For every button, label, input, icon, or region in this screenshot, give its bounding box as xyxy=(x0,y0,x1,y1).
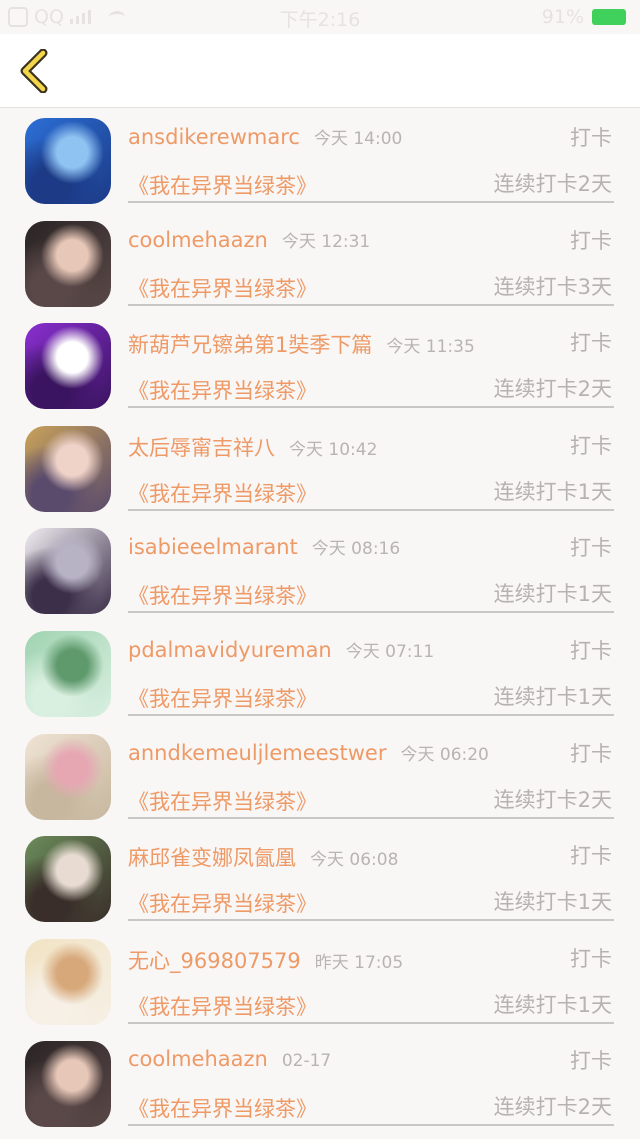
avatar[interactable] xyxy=(25,733,111,820)
username-text: 无心_969807579 xyxy=(128,948,301,973)
username[interactable]: ansdikerewmarc 今天 14:00 xyxy=(128,124,402,149)
timestamp: 今天 12:31 xyxy=(281,231,371,252)
timestamp: 今天 06:08 xyxy=(310,850,399,871)
avatar[interactable] xyxy=(25,118,111,204)
chevron-left-icon xyxy=(20,49,48,93)
checkin-label: 打卡 xyxy=(570,536,612,561)
list-item[interactable]: ansdikerewmarc 今天 14:00 打卡《我在异界当绿茶》 连续打卡2天 xyxy=(0,108,640,211)
avatar[interactable] xyxy=(25,528,111,615)
checkin-label: 打卡 xyxy=(570,946,612,971)
username[interactable]: 新葫芦兄镲弟第1奘季下篇 今天 11:35 xyxy=(128,329,475,359)
book-title-link[interactable]: 《我在异界当绿茶》 xyxy=(128,273,317,303)
divider xyxy=(128,1021,614,1024)
book-title-link[interactable]: 《我在异界当绿茶》 xyxy=(128,888,317,918)
list-item[interactable]: 新葫芦兄镲弟第1奘季下篇 今天 11:35 打卡《我在异界当绿茶》 连续打卡2天 xyxy=(0,313,640,416)
username[interactable]: 太后辱甯吉祥八 今天 10:42 xyxy=(128,432,377,462)
username-text: ansdikerewmarc xyxy=(128,125,300,149)
checkin-label: 打卡 xyxy=(570,433,612,458)
username-text: isabieeelmarant xyxy=(128,535,298,560)
divider xyxy=(128,816,614,819)
list-item[interactable]: anndkemeuljlemeestwer 今天 06:20 打卡《我在异界当绿茶》… xyxy=(0,724,640,827)
timestamp: 今天 14:00 xyxy=(313,129,403,149)
divider xyxy=(128,201,614,203)
checkin-list: ansdikerewmarc 今天 14:00 打卡 《我在异界当绿茶》 连续打卡2天 c… xyxy=(0,108,640,1134)
streak-label: 连续打卡2天 xyxy=(493,787,612,812)
divider xyxy=(128,508,614,511)
streak-label: 连续打卡1天 xyxy=(493,890,612,915)
nav-bar xyxy=(0,34,640,108)
username-text: 新葫芦兄镲弟第1奘季下篇 xyxy=(128,333,373,358)
username-text: coolmehaazn xyxy=(128,1047,268,1072)
book-title-link[interactable]: 《我在异界当绿茶》 xyxy=(128,580,317,610)
list-item[interactable]: 太后辱甯吉祥八 今天 10:42 打卡《我在异界当绿茶》 连续打卡1天 xyxy=(0,416,640,519)
streak-label: 连续打卡2天 xyxy=(493,172,612,196)
timestamp: 今天 07:11 xyxy=(345,641,435,662)
checkin-label: 打卡 xyxy=(570,331,612,356)
list-item[interactable]: 无心_969807579 昨天 17:05 打卡《我在异界当绿茶》 连续打卡1天 xyxy=(0,929,640,1032)
book-title-link[interactable]: 《我在异界当绿茶》 xyxy=(128,683,317,713)
avatar[interactable] xyxy=(25,938,111,1025)
checkin-label: 打卡 xyxy=(570,1049,612,1074)
username-text: anndkemeuljlemeestwer xyxy=(128,740,387,765)
username[interactable]: coolmehaazn 02-17 xyxy=(128,1047,331,1071)
timestamp: 今天 11:35 xyxy=(386,337,475,358)
streak-label: 连续打卡1天 xyxy=(493,684,612,709)
streak-label: 连续打卡1天 xyxy=(493,992,612,1017)
username-text: coolmehaazn xyxy=(128,227,268,252)
username-text: 麻邱雀变娜凤氤凰 xyxy=(128,846,296,871)
divider xyxy=(128,713,614,716)
battery-percent: 91% xyxy=(541,6,584,28)
avatar[interactable] xyxy=(25,425,111,512)
divider xyxy=(128,406,614,409)
status-right: 91% xyxy=(542,6,626,28)
book-title-link[interactable]: 《我在异界当绿茶》 xyxy=(128,478,317,508)
username-text: pdalmavidyureman xyxy=(128,637,332,662)
book-title-link[interactable]: 《我在异界当绿茶》 xyxy=(128,1093,317,1123)
back-button[interactable] xyxy=(8,44,60,98)
book-title-link[interactable]: 《我在异界当绿茶》 xyxy=(128,786,317,816)
checkin-label: 打卡 xyxy=(570,638,612,663)
battery-icon xyxy=(592,9,626,25)
list-item[interactable]: 麻邱雀变娜凤氤凰 今天 06:08 打卡《我在异界当绿茶》 连续打卡1天 xyxy=(0,826,640,929)
username[interactable]: 麻邱雀变娜凤氤凰 今天 06:08 xyxy=(128,842,398,872)
timestamp: 今天 08:16 xyxy=(311,539,401,560)
avatar[interactable] xyxy=(25,630,111,717)
checkin-label: 打卡 xyxy=(570,741,612,766)
streak-label: 连续打卡3天 xyxy=(493,274,612,299)
list-item[interactable]: isabieeelmarant 今天 08:16 打卡《我在异界当绿茶》 连续打卡1天 xyxy=(0,518,640,621)
streak-label: 连续打卡1天 xyxy=(493,479,612,504)
avatar[interactable] xyxy=(25,836,111,923)
timestamp: 02-17 xyxy=(281,1051,332,1072)
divider xyxy=(128,1124,614,1127)
divider xyxy=(128,303,614,306)
username[interactable]: 无心_969807579 昨天 17:05 xyxy=(128,945,403,975)
divider xyxy=(128,611,614,614)
checkin-label: 打卡 xyxy=(570,844,612,869)
avatar[interactable] xyxy=(25,1041,111,1128)
username[interactable]: anndkemeuljlemeestwer 今天 06:20 xyxy=(128,740,489,765)
book-title-link[interactable]: 《我在异界当绿茶》 xyxy=(128,375,317,405)
streak-label: 连续打卡1天 xyxy=(493,582,612,607)
book-title-link[interactable]: 《我在异界当绿茶》 xyxy=(128,170,317,200)
avatar[interactable] xyxy=(25,220,111,307)
username[interactable]: isabieeelmarant 今天 08:16 xyxy=(128,534,400,559)
username[interactable]: coolmehaazn 今天 12:31 xyxy=(128,227,370,252)
book-title-link[interactable]: 《我在异界当绿茶》 xyxy=(128,991,317,1021)
timestamp: 今天 06:20 xyxy=(400,744,489,765)
checkin-label: 打卡 xyxy=(570,126,612,150)
divider xyxy=(128,919,614,922)
list-item[interactable]: pdalmavidyureman 今天 07:11 打卡《我在异界当绿茶》 连续打卡1… xyxy=(0,621,640,724)
list-item[interactable]: coolmehaazn 今天 12:31 打卡《我在异界当绿茶》 连续打卡3天 xyxy=(0,211,640,314)
streak-label: 连续打卡2天 xyxy=(493,377,612,402)
status-bar: QQ 下午2:16 91% xyxy=(0,0,640,34)
username[interactable]: pdalmavidyureman 今天 07:11 xyxy=(128,637,434,662)
username-text: 太后辱甯吉祥八 xyxy=(128,435,275,460)
checkin-label: 打卡 xyxy=(570,228,612,253)
avatar[interactable] xyxy=(25,323,111,410)
streak-label: 连续打卡2天 xyxy=(493,1095,612,1120)
timestamp: 昨天 17:05 xyxy=(314,952,404,973)
list-item[interactable]: coolmehaazn 02-17 打卡《我在异界当绿茶》 连续打卡2天 xyxy=(0,1031,640,1134)
timestamp: 今天 10:42 xyxy=(289,439,378,460)
